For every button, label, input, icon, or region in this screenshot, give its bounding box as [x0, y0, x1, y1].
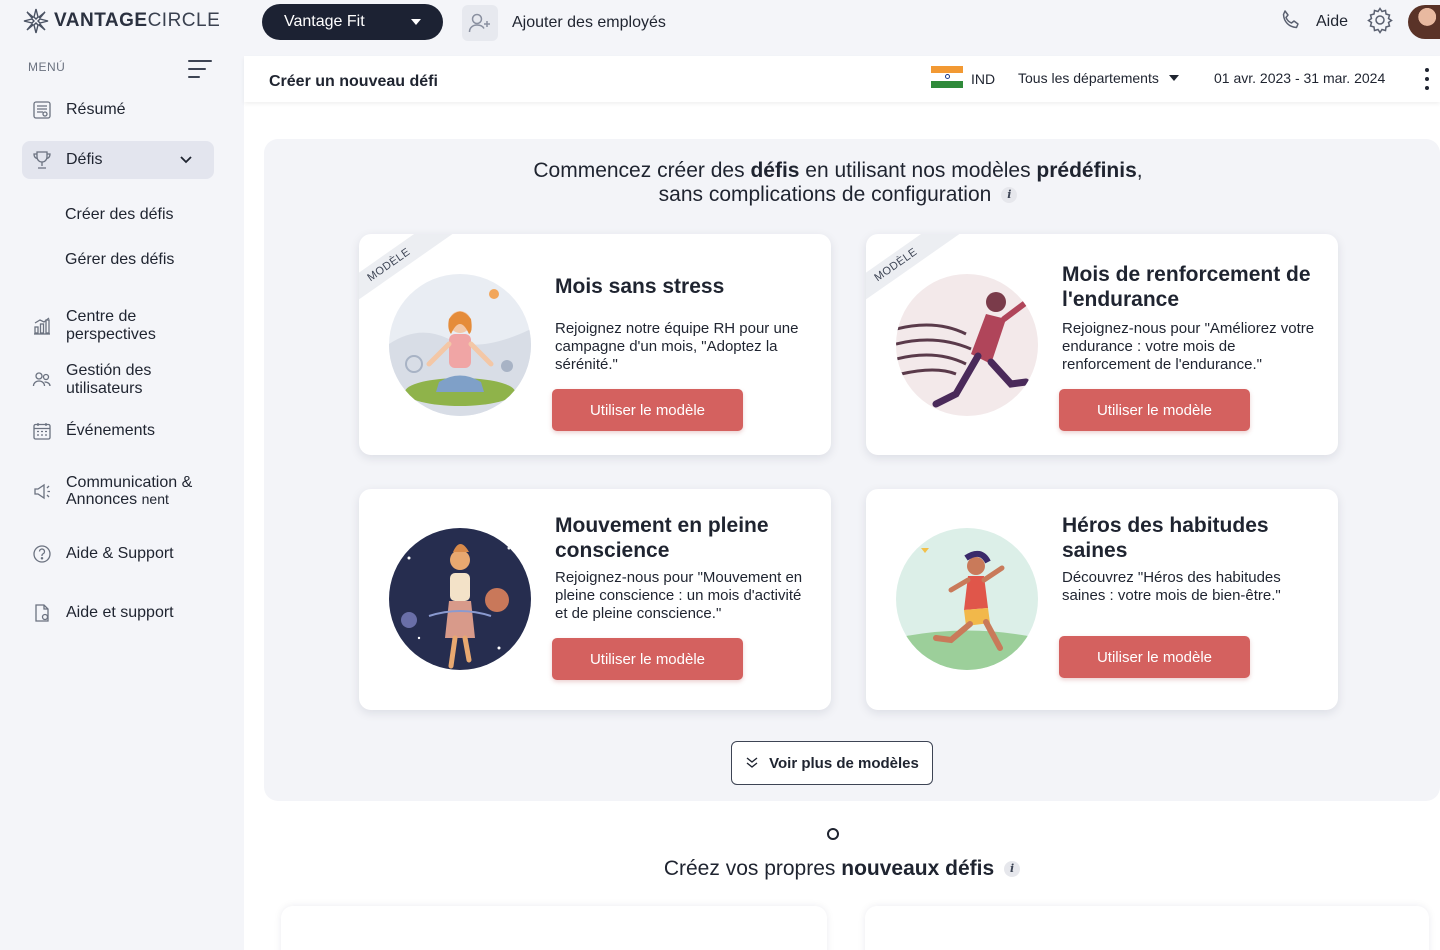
country-selector[interactable]: IND [971, 71, 995, 87]
sidebar-item-label: Résumé [66, 101, 126, 118]
sidebar: MENÚ Résumé Défis Créer des défis Gérer … [0, 48, 244, 950]
logo-flower-icon [23, 8, 49, 34]
calendar-icon [32, 421, 52, 441]
page-title: Créer un nouveau défi [269, 73, 438, 90]
template-title: Mois de renforcement de l'endurance [1062, 263, 1311, 311]
more-options-icon[interactable] [1424, 68, 1430, 90]
custom-challenge-card[interactable] [865, 906, 1429, 950]
main-content: Créer un nouveau défi IND Tous les dépar… [244, 56, 1440, 950]
sidebar-item-events[interactable]: Événements [22, 421, 214, 441]
help-link[interactable]: Aide [1316, 13, 1348, 31]
sidebar-item-help-and-support[interactable]: Aide et support [22, 603, 214, 623]
chevron-down-icon [180, 156, 192, 164]
templates-panel: Commencez créer des défis en utilisant n… [264, 139, 1440, 801]
sidebar-item-label: Aide et support [66, 604, 174, 621]
chevron-down-icon [411, 19, 421, 25]
section-indicator-icon [827, 828, 839, 840]
add-user-icon [462, 5, 498, 41]
templates-intro: Commencez créer des défis en utilisant n… [533, 159, 1143, 206]
program-selector-label: Vantage Fit [284, 13, 365, 30]
use-template-button[interactable]: Utiliser le modèle [1059, 636, 1250, 678]
add-employees-label: Ajouter des employés [512, 14, 666, 31]
sidebar-item-insights[interactable]: Centre de perspectives [22, 308, 214, 344]
top-bar: VANTAGECIRCLE Vantage Fit Ajouter des em… [0, 0, 1440, 48]
see-more-templates-button[interactable]: Voir plus de modèles [731, 741, 933, 785]
document-icon [32, 603, 52, 623]
template-card: MODÈLE Mois de renforcement de l'enduran… [866, 234, 1338, 455]
sidebar-item-label: Centre de perspectives [66, 308, 156, 343]
department-value: Tous les départements [1018, 70, 1159, 86]
info-icon[interactable]: i [1001, 187, 1018, 204]
trophy-icon [32, 150, 52, 170]
sidebar-item-communication[interactable]: Communication & Annonces nent [22, 474, 214, 508]
template-title: Mouvement en pleine conscience [555, 514, 769, 562]
sidebar-item-challenges[interactable]: Défis [22, 141, 214, 179]
top-right-actions: Aide [1280, 4, 1440, 40]
mindful-movement-illustration [389, 528, 531, 670]
report-icon [32, 100, 52, 120]
sidebar-item-help-support[interactable]: Aide & Support [22, 544, 214, 564]
department-dropdown[interactable]: Tous les départements [1018, 70, 1179, 86]
template-description: Rejoignez notre équipe RH pour une campa… [555, 320, 799, 373]
use-template-button[interactable]: Utiliser le modèle [552, 389, 743, 431]
users-icon [32, 370, 52, 390]
use-template-button[interactable]: Utiliser le modèle [1059, 389, 1250, 431]
user-avatar[interactable] [1408, 5, 1440, 39]
sidebar-item-label: Gestión des utilisateurs [66, 362, 152, 397]
see-more-templates-label: Voir plus de modèles [769, 754, 919, 772]
create-own-challenges-heading: Créez vos propres nouveaux défis i [244, 857, 1440, 881]
template-description: Rejoignez-nous pour "Améliorez votre end… [1062, 320, 1315, 373]
sidebar-item-summary[interactable]: Résumé [22, 100, 214, 120]
megaphone-icon [32, 481, 52, 501]
healthy-habits-illustration [896, 528, 1038, 670]
add-employees-button[interactable]: Ajouter des employés [462, 4, 666, 42]
india-flag-icon[interactable] [931, 66, 963, 88]
runner-illustration [896, 274, 1038, 416]
meditation-illustration [389, 274, 531, 416]
caret-down-icon [1168, 75, 1179, 81]
sidebar-item-label: Événements [66, 422, 155, 439]
template-title: Mois sans stress [555, 275, 725, 298]
double-chevron-down-icon [746, 757, 758, 768]
use-template-button[interactable]: Utiliser le modèle [552, 638, 743, 680]
sidebar-subitem-create-challenges[interactable]: Créer des défis [65, 206, 174, 224]
logo-text: VANTAGECIRCLE [54, 10, 221, 31]
sidebar-item-label: Communication & Annonces nent [66, 474, 193, 508]
phone-icon[interactable] [1280, 9, 1302, 36]
page-subheader: Créer un nouveau défi IND Tous les dépar… [244, 56, 1440, 102]
sidebar-subitem-manage-challenges[interactable]: Gérer des défis [65, 251, 174, 269]
template-description: Découvrez "Héros des habitudes saines : … [1062, 569, 1281, 604]
template-card: MODÈLE Mois sans stress Rejoignez notre … [359, 234, 831, 455]
template-description: Rejoignez-nous pour "Mouvement en pleine… [555, 569, 803, 622]
gear-icon[interactable] [1366, 6, 1394, 39]
template-title: Héros des habitudes saines [1062, 514, 1269, 562]
sidebar-item-label: Défis [66, 151, 103, 168]
sidebar-item-label: Aide & Support [66, 545, 174, 562]
bar-chart-icon [32, 316, 52, 336]
vantage-circle-logo[interactable]: VANTAGECIRCLE [22, 6, 220, 36]
info-icon[interactable]: i [1004, 861, 1021, 878]
hamburger-menu-icon[interactable] [188, 60, 212, 78]
template-card: Mouvement en pleine conscience Rejoignez… [359, 489, 831, 710]
menu-label: MENÚ [28, 60, 66, 74]
template-card: Héros des habitudes saines Découvrez "Hé… [866, 489, 1338, 710]
sidebar-item-user-management[interactable]: Gestión des utilisateurs [22, 362, 214, 398]
custom-challenge-card[interactable] [281, 906, 827, 950]
question-icon [32, 544, 52, 564]
date-range-picker[interactable]: 01 avr. 2023 - 31 mar. 2024 [1214, 70, 1385, 86]
program-selector[interactable]: Vantage Fit [262, 4, 443, 40]
